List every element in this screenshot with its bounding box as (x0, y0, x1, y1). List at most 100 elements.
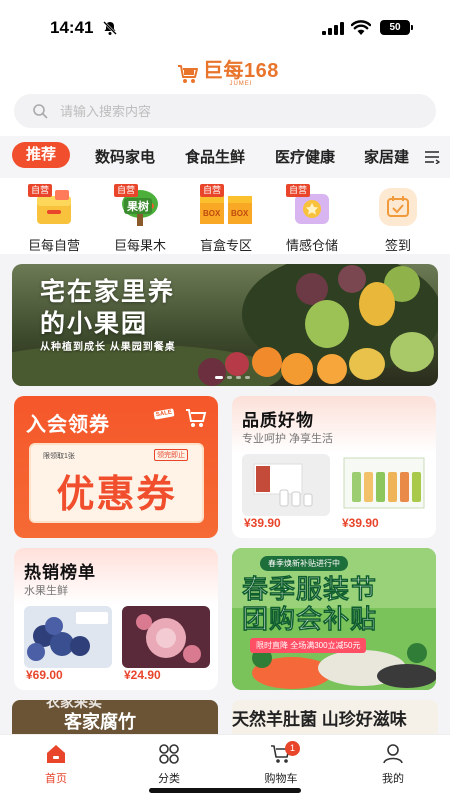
self-tag: 自营 (28, 184, 53, 197)
banner-title: 宅在家里养 的小果园 (40, 276, 175, 340)
coupon-text: 优惠券 (56, 474, 177, 516)
tab-label: 分类 (158, 773, 180, 785)
skincare-set-image (242, 454, 330, 516)
tab-digital[interactable]: 数码家电 (95, 146, 155, 167)
user-icon (383, 744, 403, 764)
hot-ranking-card[interactable]: 热销榜单 水果生鲜 ¥69.00 ¥24.90 (14, 548, 218, 690)
search-bar[interactable] (14, 94, 436, 128)
flower-fruit-image (122, 606, 210, 668)
tab-label: 首页 (45, 773, 67, 785)
wifi-icon (351, 20, 371, 35)
carousel-dot[interactable] (236, 376, 241, 379)
logo: 巨每168 JUMEI (176, 58, 279, 90)
quick-item-fruit[interactable]: 自营 果树 巨每果木 (100, 184, 180, 253)
tab-cart[interactable]: 1 购物车 (241, 741, 321, 789)
spring-top-label: 春季焕新补贴进行中 (260, 556, 348, 571)
quick-label: 签到 (384, 238, 411, 253)
carousel-dot[interactable] (227, 376, 232, 379)
member-card-title: 入会领券 (26, 414, 110, 436)
member-coupon-card[interactable]: 入会领券 SALE 限领取1张 领完即止 优惠券 (14, 396, 218, 538)
banner-subtitle: 从种植到成长 从果园到餐桌 (40, 342, 176, 353)
spring-discount: 限时直降 全场满300立减50元 (250, 638, 367, 653)
spring-title-line2: 团购会补贴 (242, 604, 378, 635)
coupon-status: 领完即止 (154, 449, 188, 461)
bell-off-icon (103, 21, 117, 35)
self-tag: 自营 (200, 184, 225, 197)
product-price: ¥39.90 (244, 516, 281, 530)
self-tag: 自营 (114, 184, 139, 197)
bottom-banner-strip: 农家采实 客家腐竹 天然羊肚菌 山珍好滋味 (0, 700, 450, 734)
battery-indicator: 50 (380, 20, 413, 35)
sale-tag: SALE (153, 408, 175, 420)
morel-banner[interactable]: 天然羊肚菌 山珍好滋味 (232, 700, 438, 734)
tab-label: 购物车 (264, 773, 298, 785)
tab-home[interactable]: 首页 (16, 743, 96, 789)
product-image[interactable] (122, 606, 210, 668)
tofu-skin-banner[interactable]: 农家采实 客家腐竹 (12, 700, 218, 734)
banner-title-line2: 的小果园 (40, 310, 149, 338)
quality-card-subtitle: 专业呵护 净享生活 (242, 433, 334, 445)
coupon: 限领取1张 领完即止 优惠券 (29, 443, 204, 523)
product-image[interactable] (242, 454, 330, 516)
box-label: BOX (231, 209, 249, 218)
tab-food[interactable]: 食品生鲜 (185, 146, 245, 167)
app-header: 巨每168 JUMEI (0, 52, 450, 136)
carousel-dot[interactable] (245, 376, 250, 379)
cart-badge: 1 (285, 741, 300, 756)
status-time: 14:41 (50, 18, 94, 37)
tab-home[interactable]: 家居建 (364, 146, 409, 167)
hot-card-subtitle: 水果生鲜 (24, 585, 68, 597)
product-image[interactable] (340, 454, 428, 516)
spring-title-line1: 春季服装节 (242, 574, 378, 605)
tab-recommend[interactable]: 推荐 (12, 142, 70, 168)
carousel-dot[interactable] (215, 376, 223, 379)
quick-label: 巨每果木 (113, 238, 166, 253)
product-price: ¥39.90 (342, 516, 379, 530)
product-price: ¥69.00 (26, 668, 63, 682)
blueberry-image (24, 606, 112, 668)
category-tabs: 推荐 数码家电 食品生鲜 医疗健康 家居建 (0, 136, 450, 178)
quality-goods-card[interactable]: 品质好物 专业呵护 净享生活 ¥39.90 ¥39.90 (232, 396, 436, 538)
morel-banner-text: 天然羊肚菌 山珍好滋味 (232, 710, 407, 729)
home-indicator (149, 788, 301, 793)
home-icon (47, 745, 65, 763)
calendar-check-icon (379, 188, 417, 226)
product-price: ¥24.90 (124, 668, 161, 682)
quick-item-self[interactable]: 自营 巨每自营 (14, 184, 94, 253)
hot-card-title: 热销榜单 (24, 563, 96, 582)
banner-title-line1: 宅在家里养 (40, 278, 176, 306)
tab-profile[interactable]: 我的 (353, 743, 433, 789)
box-label: BOX (203, 209, 221, 218)
carousel-dots (215, 376, 250, 379)
tab-health[interactable]: 医疗健康 (275, 146, 335, 167)
quick-label: 情感仓储 (285, 238, 338, 253)
self-tag: 自营 (286, 184, 311, 197)
coupon-limit: 限领取1张 (43, 453, 75, 460)
tab-label: 我的 (382, 773, 404, 785)
signal-icon (322, 22, 344, 35)
logo-cart-icon (178, 65, 198, 83)
toothpaste-set-image (340, 454, 428, 516)
tab-category[interactable]: 分类 (129, 743, 209, 789)
logo-name: 巨每168 (203, 59, 279, 82)
quick-label: 盲盒专区 (199, 238, 252, 253)
spring-festival-card[interactable]: 春季焕新补贴进行中 春季服装节 团购会补贴 限时直降 全场满300立减50元 (232, 548, 436, 690)
quick-nav: 自营 巨每自营 自营 果树 巨每果木 自营 BOX BOX 盲盒专区 自营 情感… (0, 178, 450, 254)
logo-sub: JUMEI (229, 80, 253, 87)
spring-title: 春季服装节 团购会补贴 (242, 574, 378, 635)
quality-card-title: 品质好物 (242, 411, 314, 430)
cart-icon (186, 409, 207, 427)
status-bar: 14:41 50 (0, 0, 450, 52)
quick-item-emotion[interactable]: 自营 情感仓储 (272, 184, 352, 253)
fruit-tree-label: 果树 (124, 198, 152, 214)
quick-item-blindbox[interactable]: 自营 BOX BOX 盲盒专区 (186, 184, 266, 253)
product-image[interactable] (24, 606, 112, 668)
tofu-banner-text: 客家腐竹 (64, 712, 136, 732)
search-input[interactable] (60, 103, 360, 119)
quick-label: 巨每自营 (27, 238, 80, 253)
category-menu-icon[interactable] (424, 150, 440, 164)
search-icon (33, 104, 48, 119)
hero-banner[interactable]: 宅在家里养 的小果园 从种植到成长 从果园到餐桌 (12, 264, 438, 386)
grid-icon (159, 744, 179, 764)
quick-item-checkin[interactable]: 签到 (358, 184, 438, 253)
